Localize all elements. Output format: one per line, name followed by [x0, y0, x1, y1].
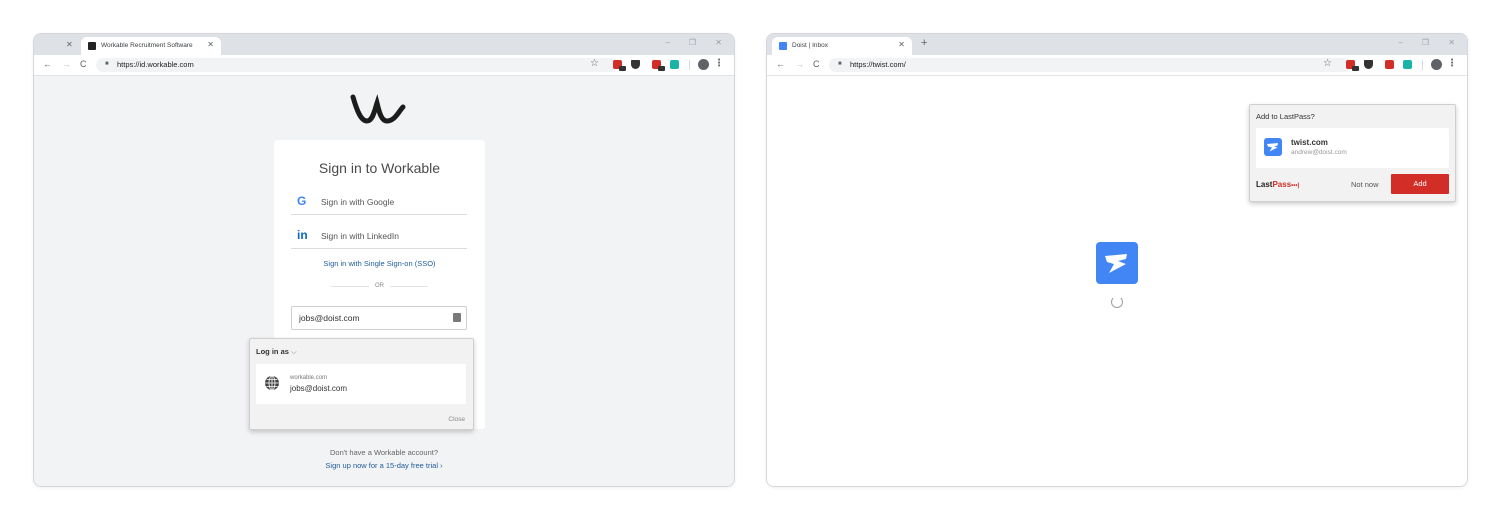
toolbar-divider	[1422, 60, 1423, 70]
url-text: https://twist.com/	[850, 60, 906, 69]
saved-login-site: workable.com	[290, 375, 328, 381]
profile-avatar-icon[interactable]	[1431, 59, 1442, 70]
lock-icon: ■	[105, 61, 109, 67]
bookmark-star-icon[interactable]: ☆	[590, 58, 599, 69]
linkedin-signin-label: Sign in with LinkedIn	[321, 231, 399, 241]
reload-icon[interactable]: C	[813, 59, 820, 69]
new-tab-button[interactable]: +	[921, 37, 927, 49]
tab-strip: ✕ Workable Recruitment Software ✕ – ❐ ✕	[34, 34, 734, 55]
not-now-button[interactable]: Not now	[1351, 180, 1379, 189]
new-login-item: twist.com andrew@doist.com	[1256, 128, 1449, 168]
page-content: Sign in to Workable G Sign in with Googl…	[34, 76, 734, 486]
popup-header[interactable]: Log in as ⌵	[256, 347, 297, 357]
google-signin-button[interactable]: G Sign in with Google	[291, 190, 467, 215]
add-prompt-question: Add to LastPass?	[1256, 112, 1315, 121]
lastpass-login-popup: Log in as ⌵ workable.com jobs@doist.com …	[249, 338, 474, 430]
forward-icon[interactable]: →	[795, 59, 804, 69]
signup-link[interactable]: Sign up now for a 15-day free trial ›	[34, 461, 734, 470]
extension-badge-icon	[658, 66, 665, 71]
new-login-site: twist.com	[1291, 138, 1328, 147]
tab-title: Doist | Inbox	[792, 42, 829, 49]
address-bar[interactable]: ■ https://id.workable.com	[96, 58, 619, 72]
workable-logo-icon	[350, 94, 406, 124]
forward-icon[interactable]: →	[62, 59, 71, 69]
loading-spinner-icon	[1111, 296, 1123, 308]
add-button[interactable]: Add	[1391, 174, 1449, 194]
email-field[interactable]: jobs@doist.com	[291, 306, 467, 330]
profile-avatar-icon[interactable]	[698, 59, 709, 70]
lock-icon: ■	[838, 61, 842, 67]
minimize-icon[interactable]: –	[1399, 38, 1403, 47]
page-content: Add to LastPass? twist.com andrew@doist.…	[767, 76, 1467, 486]
close-window-icon[interactable]: ✕	[715, 38, 722, 47]
workable-favicon-icon	[88, 42, 96, 50]
brand-dots: •••|	[1291, 183, 1300, 189]
google-icon: G	[297, 194, 307, 208]
reload-icon[interactable]: C	[80, 59, 87, 69]
saved-login-account: jobs@doist.com	[290, 384, 348, 393]
new-login-account: andrew@doist.com	[1291, 149, 1347, 156]
popup-close-button[interactable]: Close	[448, 416, 465, 423]
back-icon[interactable]: ←	[776, 59, 785, 69]
todoist-extension-icon[interactable]	[1385, 60, 1394, 69]
bookmark-star-icon[interactable]: ☆	[1323, 58, 1332, 69]
restore-icon[interactable]: ❐	[1422, 38, 1429, 47]
lastpass-add-prompt: Add to LastPass? twist.com andrew@doist.…	[1249, 104, 1456, 202]
browser-toolbar: ← → C ■ https://id.workable.com ☆ ⋮	[34, 55, 734, 76]
close-tab-icon[interactable]: ✕	[207, 40, 214, 49]
tab-title: Workable Recruitment Software	[101, 42, 193, 49]
restore-icon[interactable]: ❐	[689, 38, 696, 47]
linkedin-icon: in	[297, 228, 308, 242]
extension-badge-icon	[619, 66, 626, 71]
log-in-as-label: Log in as	[256, 347, 289, 356]
no-account-text: Don't have a Workable account?	[329, 448, 439, 457]
tab-strip: Doist | Inbox ✕ + – ❐ ✕	[767, 34, 1467, 55]
menu-kebab-icon[interactable]: ⋮	[1447, 58, 1457, 69]
saved-login-item[interactable]: workable.com jobs@doist.com	[256, 364, 466, 404]
sso-signin-link[interactable]: Sign in with Single Sign-on (SSO)	[274, 259, 485, 268]
menu-kebab-icon[interactable]: ⋮	[714, 58, 724, 69]
pocket-extension-icon[interactable]	[631, 60, 640, 69]
close-tab-icon[interactable]: ✕	[898, 40, 905, 49]
workable-browser-window: ✕ Workable Recruitment Software ✕ – ❐ ✕ …	[33, 33, 735, 487]
google-signin-label: Sign in with Google	[321, 197, 395, 207]
brand-pass: Pass	[1272, 180, 1292, 189]
twist-browser-window: Doist | Inbox ✕ + – ❐ ✕ ← → C ■ https://…	[766, 33, 1468, 487]
minimize-icon[interactable]: –	[666, 38, 670, 47]
back-icon[interactable]: ←	[43, 59, 52, 69]
twist-site-icon	[1264, 138, 1282, 156]
globe-icon	[265, 375, 279, 391]
pocket-extension-icon[interactable]	[1364, 60, 1373, 69]
url-text: https://id.workable.com	[117, 60, 194, 69]
tab-twist[interactable]: Doist | Inbox ✕	[772, 37, 912, 55]
toolbar-divider	[689, 60, 690, 70]
close-inactive-tab-icon[interactable]: ✕	[66, 40, 73, 49]
lastpass-logo: LastPass•••|	[1256, 180, 1299, 189]
browser-toolbar: ← → C ■ https://twist.com/ ☆ ⋮	[767, 55, 1467, 76]
email-value: jobs@doist.com	[299, 313, 360, 323]
or-divider: OR	[331, 283, 428, 289]
address-bar[interactable]: ■ https://twist.com/	[829, 58, 1352, 72]
linkedin-signin-button[interactable]: in Sign in with LinkedIn	[291, 224, 467, 249]
twist-logo-icon	[1096, 242, 1138, 284]
twist-extension-icon[interactable]	[670, 60, 679, 69]
page-title: Sign in to Workable	[318, 160, 441, 176]
twist-favicon-icon	[779, 42, 787, 50]
close-window-icon[interactable]: ✕	[1448, 38, 1455, 47]
extension-badge-icon	[1352, 66, 1359, 71]
lastpass-field-icon[interactable]	[453, 313, 461, 322]
tab-workable[interactable]: Workable Recruitment Software ✕	[81, 37, 221, 55]
chevron-down-icon: ⌵	[291, 347, 297, 356]
brand-last: Last	[1256, 180, 1273, 189]
twist-extension-icon[interactable]	[1403, 60, 1412, 69]
